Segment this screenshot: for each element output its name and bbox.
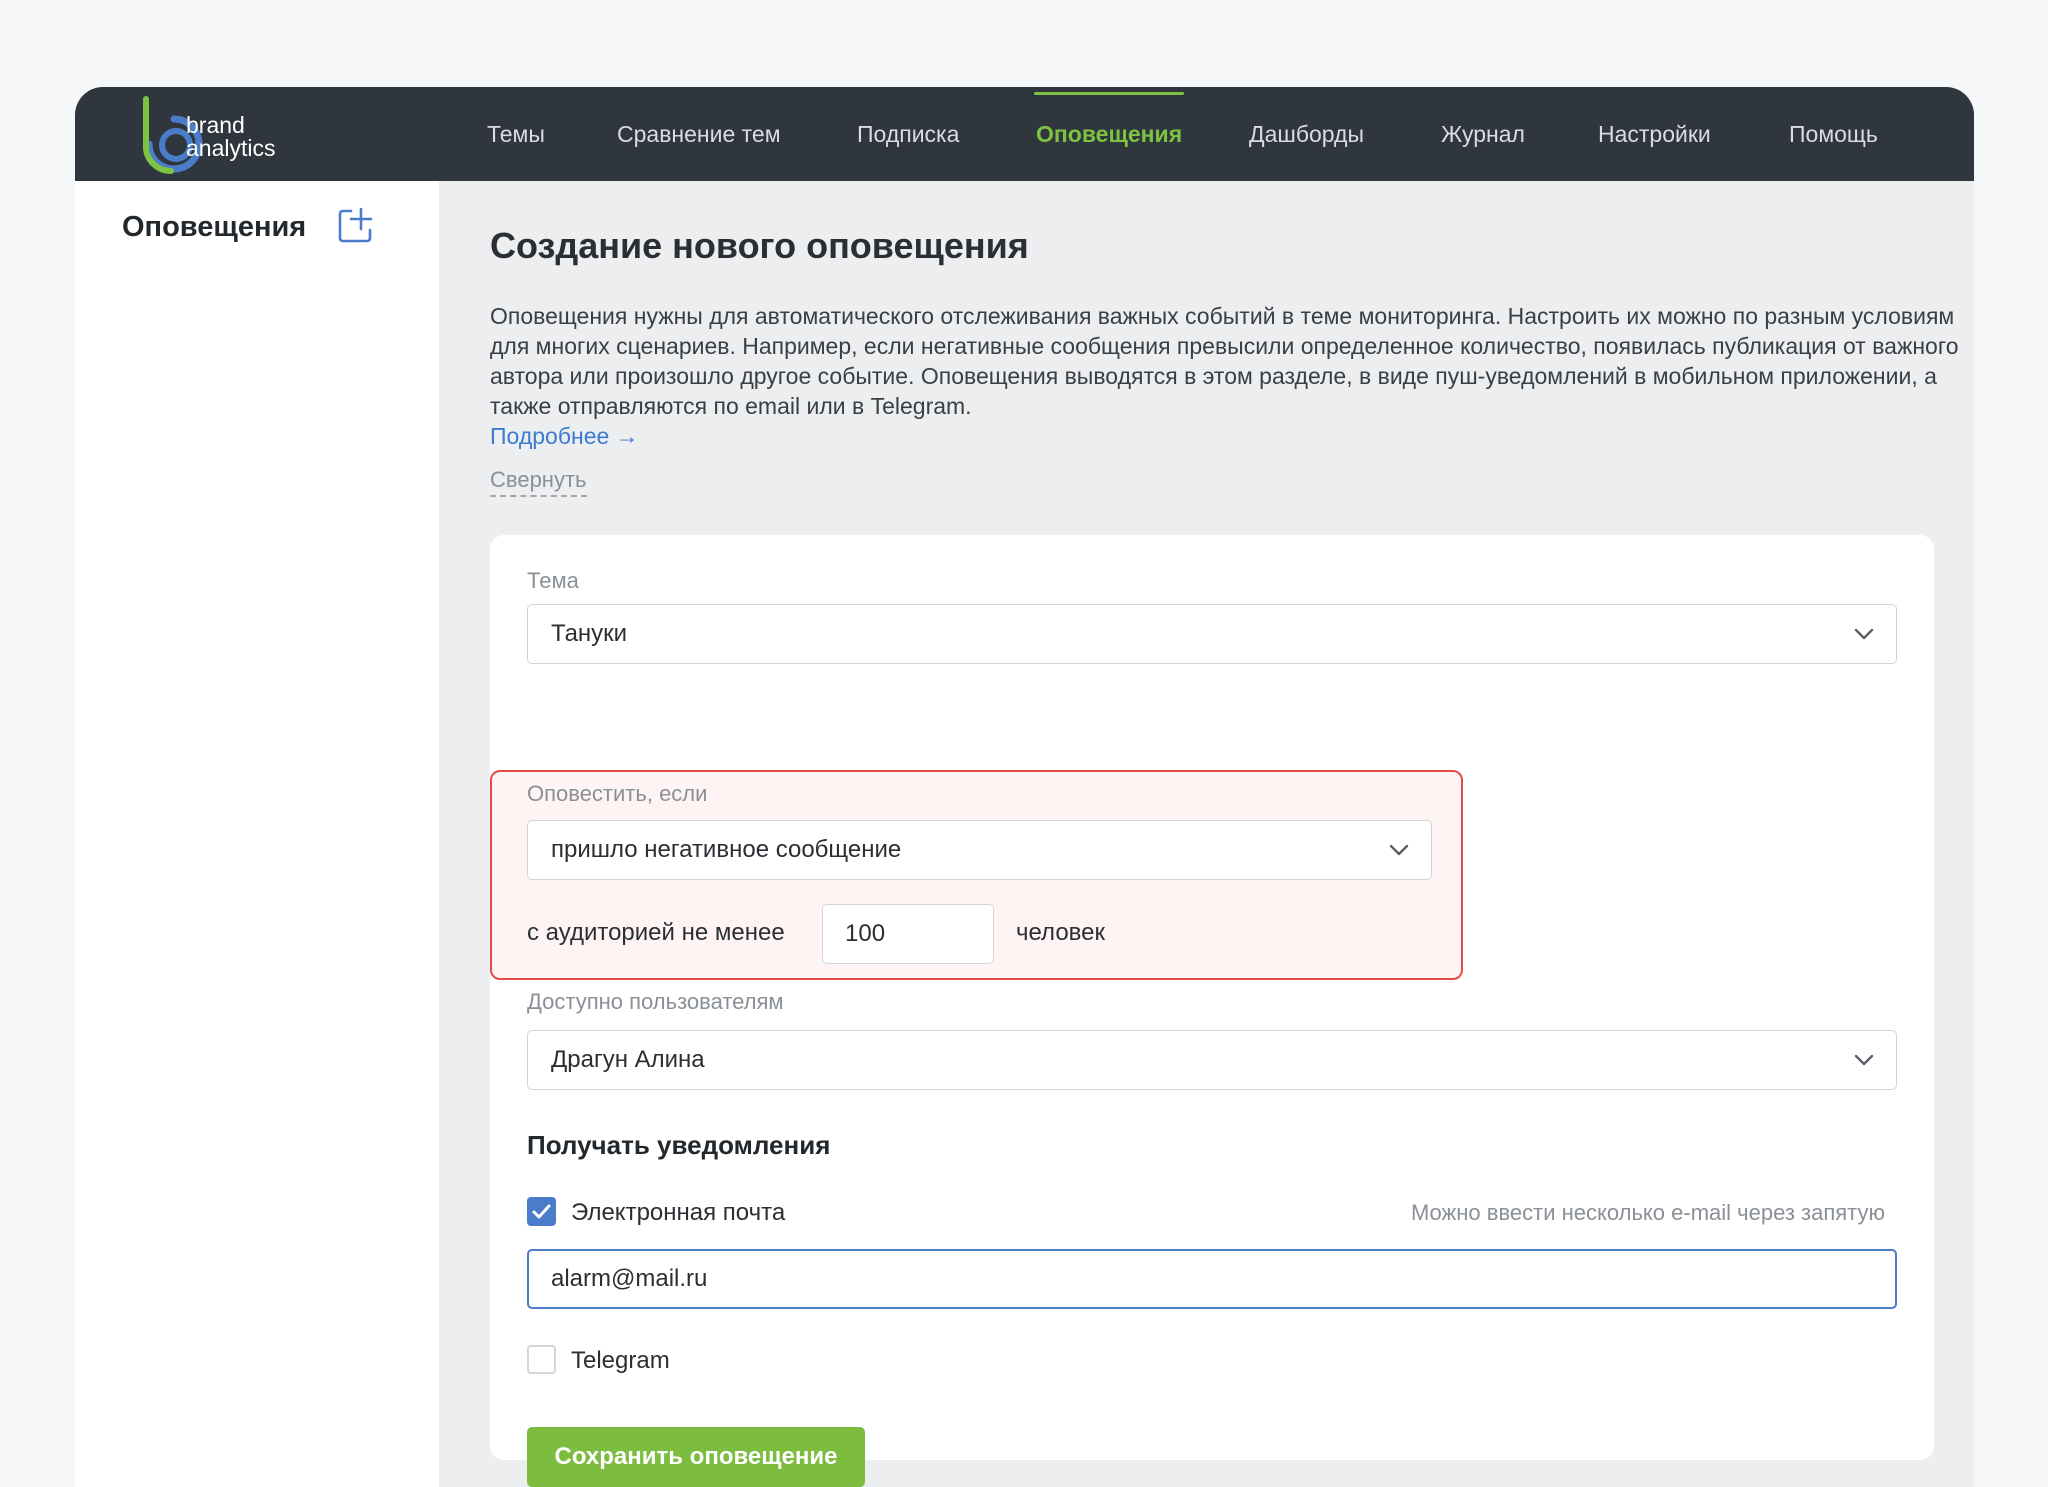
nav-item-alerts[interactable]: Оповещения [1033, 87, 1185, 181]
email-hint: Можно ввести несколько e-mail через запя… [1410, 1200, 1885, 1225]
nav-item-topics[interactable]: Темы [487, 87, 545, 181]
audience-prefix: с аудиторией не менее [527, 919, 785, 946]
nav-item-help[interactable]: Помощь [1789, 87, 1878, 181]
nav-item-dashboards[interactable]: Дашборды [1249, 87, 1364, 181]
alert-form-card: Тема Тануки Оповестить, если пришло нега… [490, 535, 1934, 1487]
app-window: brand analytics Темы Сравнение тем Подпи… [75, 87, 1974, 1487]
top-navbar: brand analytics Темы Сравнение тем Подпи… [75, 87, 1974, 181]
topic-label: Тема [527, 568, 579, 593]
audience-suffix: человек [1016, 919, 1106, 946]
more-link[interactable]: Подробнее → [490, 423, 639, 449]
brand-name-line1: brand [186, 112, 245, 138]
condition-select[interactable]: пришло негативное сообщение [527, 820, 1432, 880]
save-alert-button[interactable]: Сохранить оповещение [527, 1427, 865, 1487]
brand-name: brand analytics [186, 114, 275, 160]
sidebar [75, 181, 439, 1487]
checkmark-icon [532, 1204, 551, 1219]
condition-block: Оповестить, если пришло негативное сообщ… [490, 770, 1465, 982]
chevron-down-icon [1854, 628, 1874, 640]
chevron-down-icon [1389, 844, 1409, 856]
email-checkbox-label: Электронная почта [571, 1199, 786, 1226]
brand-name-line2: analytics [186, 135, 276, 161]
nav-item-settings[interactable]: Настройки [1598, 87, 1711, 181]
topic-select[interactable]: Тануки [527, 604, 1897, 664]
page-description: Оповещения нужны для автоматического отс… [490, 301, 1970, 451]
notifications-title: Получать уведомления [527, 1130, 831, 1160]
chevron-down-icon [1854, 1054, 1874, 1066]
nav-item-subscription[interactable]: Подписка [857, 87, 959, 181]
condition-label: Оповестить, если [527, 781, 708, 806]
nav-item-topic-comparison[interactable]: Сравнение тем [617, 87, 781, 181]
plus-square-icon[interactable] [337, 207, 373, 243]
users-select[interactable]: Драгун Алина [527, 1030, 1897, 1090]
collapse-link[interactable]: Свернуть [490, 467, 587, 497]
users-select-value: Драгун Алина [551, 1046, 705, 1073]
telegram-checkbox[interactable] [527, 1345, 556, 1374]
condition-select-value: пришло негативное сообщение [551, 836, 902, 863]
description-text: Оповещения нужны для автоматического отс… [490, 303, 1959, 419]
audience-input[interactable]: 100 [822, 904, 994, 964]
email-checkbox[interactable] [527, 1197, 556, 1226]
page-title: Создание нового оповещения [490, 225, 1029, 266]
email-input[interactable]: alarm@mail.ru [527, 1249, 1897, 1309]
sidebar-title: Оповещения [122, 211, 307, 243]
nav-item-journal[interactable]: Журнал [1441, 87, 1525, 181]
telegram-checkbox-label: Telegram [571, 1347, 670, 1374]
users-label: Доступно пользователям [527, 989, 784, 1014]
topic-select-value: Тануки [551, 620, 628, 647]
